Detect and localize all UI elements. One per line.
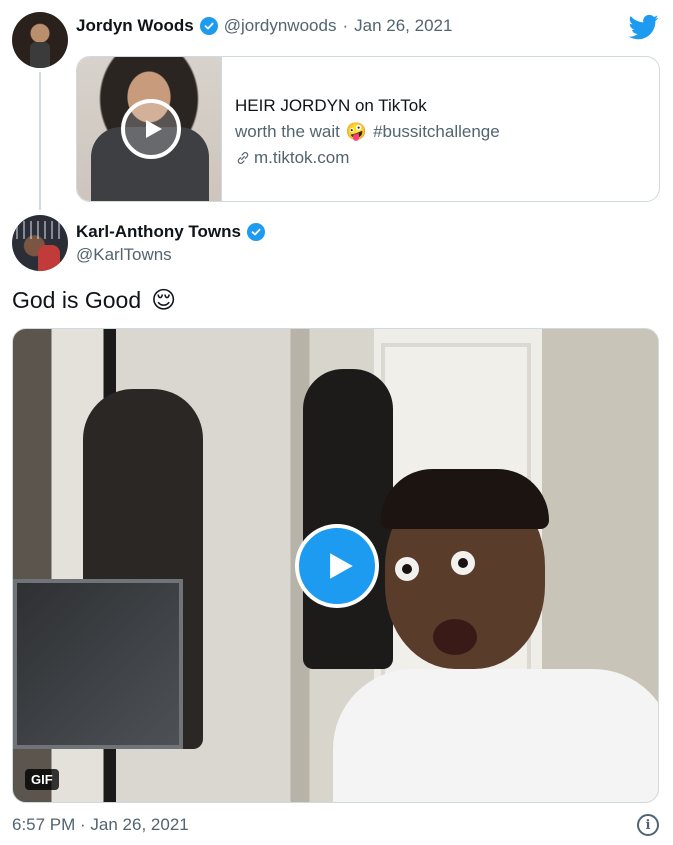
play-button[interactable]	[295, 524, 379, 608]
media-background-person	[303, 369, 393, 669]
karl-avatar[interactable]	[12, 215, 68, 271]
link-icon	[237, 152, 249, 164]
media-eye	[395, 557, 419, 581]
main-author-name[interactable]: Karl-Anthony Towns	[76, 222, 241, 242]
tweet-timestamp[interactable]: 6:57 PM · Jan 26, 2021	[12, 815, 189, 835]
card-description-text: worth the wait	[235, 122, 340, 141]
tweet-text: God is Good 😌	[12, 286, 176, 315]
dot-separator: ·	[342, 16, 349, 35]
tweet-text-body: God is Good	[12, 287, 142, 313]
jordyn-avatar[interactable]	[12, 12, 68, 68]
card-description: worth the wait 🤪 #bussitchallenge	[235, 119, 500, 145]
zany-face-emoji: 🤪	[345, 122, 368, 141]
card-text: HEIR JORDYN on TikTok worth the wait 🤪 #…	[235, 93, 500, 171]
play-icon	[330, 553, 353, 579]
card-domain: m.tiktok.com	[254, 148, 350, 167]
card-hashtag: #bussitchallenge	[373, 122, 500, 141]
gif-badge: GIF	[25, 769, 59, 790]
quoted-author-name[interactable]: Jordyn Woods	[76, 16, 194, 36]
media-hair	[381, 469, 549, 529]
quoted-tweet-header: Jordyn Woods @jordynwoods · Jan 26, 2021	[76, 16, 452, 36]
card-play-button[interactable]	[121, 99, 181, 159]
media-tv	[13, 579, 183, 749]
relieved-face-emoji: 😌	[151, 287, 177, 314]
verified-badge-icon	[199, 17, 218, 35]
media-eye	[451, 551, 475, 575]
twitter-bird-icon[interactable]	[629, 12, 659, 42]
info-icon[interactable]: i	[637, 814, 659, 836]
quoted-author-handle[interactable]: @jordynwoods	[224, 16, 337, 36]
quoted-tweet-date[interactable]: Jan 26, 2021	[354, 16, 452, 36]
card-title: HEIR JORDYN on TikTok	[235, 96, 427, 115]
media-shirt	[333, 669, 658, 802]
card-link: m.tiktok.com	[235, 145, 500, 171]
play-icon	[146, 120, 162, 138]
main-tweet-header: Karl-Anthony Towns @KarlTowns	[76, 222, 265, 265]
thread-connector-line	[39, 72, 41, 210]
tiktok-link-card[interactable]: HEIR JORDYN on TikTok worth the wait 🤪 #…	[76, 56, 660, 202]
verified-badge-icon	[246, 223, 265, 241]
main-author-handle[interactable]: @KarlTowns	[76, 245, 265, 265]
media-mouth	[433, 619, 477, 655]
gif-media[interactable]: GIF	[12, 328, 659, 803]
